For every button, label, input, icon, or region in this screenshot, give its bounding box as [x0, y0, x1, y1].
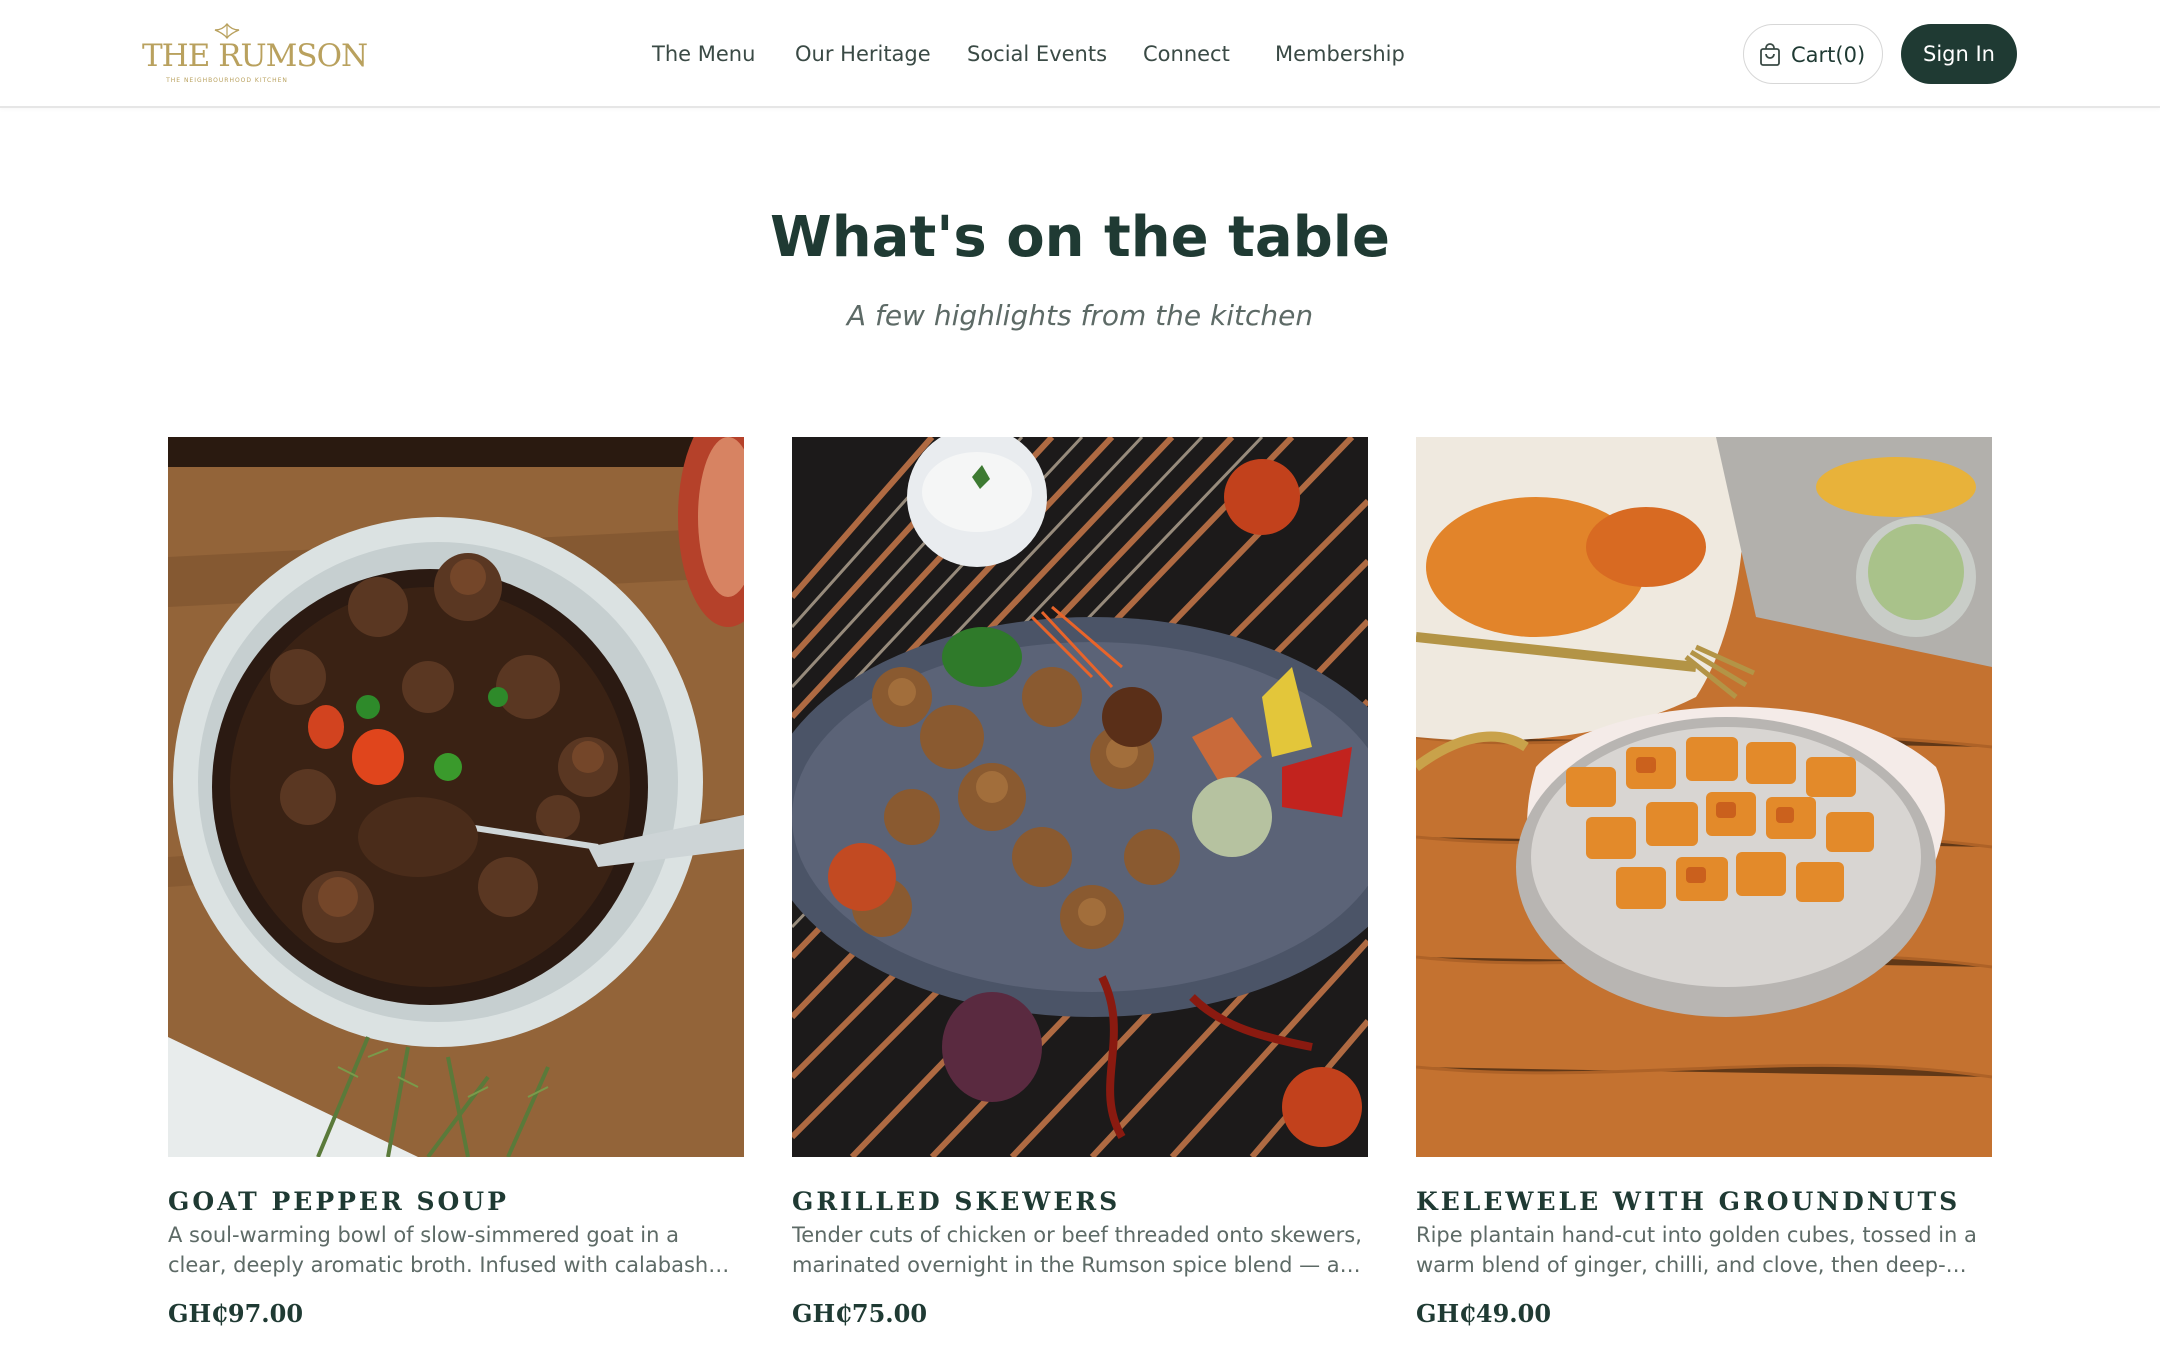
- section-title: What's on the table: [770, 205, 1390, 270]
- dish-description: Ripe plantain hand-cut into golden cubes…: [1416, 1223, 1977, 1284]
- dish-name: GRILLED SKEWERS: [792, 1187, 1121, 1216]
- cart-button[interactable]: Cart(0): [1743, 24, 1883, 84]
- shopping-bag-icon: [1760, 43, 1780, 66]
- dish-price: GH₵97.00: [168, 1299, 304, 1328]
- dish-price: GH₵75.00: [792, 1299, 928, 1328]
- dish-card-grilled-skewers[interactable]: GRILLED SKEWERS Tender cuts of chicken o…: [792, 437, 1368, 1337]
- sign-in-button[interactable]: Sign In: [1901, 24, 2017, 84]
- brand-name: THE RUMSON: [142, 38, 368, 74]
- nav-item-membership[interactable]: Membership: [1275, 38, 1405, 70]
- site-header: THE RUMSON THE NEIGHBOURHOOD KITCHEN The…: [0, 0, 2160, 108]
- dish-card-kelewele-with-groundnuts[interactable]: KELEWELE WITH GROUNDNUTS Ripe plantain h…: [1416, 437, 1992, 1337]
- dish-price: GH₵49.00: [1416, 1299, 1552, 1328]
- dish-description: A soul-warming bowl of slow-simmered goa…: [168, 1223, 709, 1284]
- nav-item-the-menu[interactable]: The Menu: [652, 38, 755, 70]
- brand-logo[interactable]: THE RUMSON THE NEIGHBOURHOOD KITCHEN: [142, 22, 368, 88]
- dish-description: Tender cuts of chicken or beef threaded …: [792, 1223, 1362, 1284]
- cart-label: Cart(0): [1791, 43, 1866, 67]
- dish-card-goat-pepper-soup[interactable]: GOAT PEPPER SOUP A soul-warming bowl of …: [168, 437, 744, 1337]
- dish-image[interactable]: [792, 437, 1368, 1157]
- nav-item-our-heritage[interactable]: Our Heritage: [795, 38, 931, 70]
- brand-tagline: THE NEIGHBOURHOOD KITCHEN: [166, 77, 288, 84]
- nav-item-connect[interactable]: Connect: [1143, 38, 1230, 70]
- dish-image[interactable]: [168, 437, 744, 1157]
- dish-name: GOAT PEPPER SOUP: [168, 1187, 509, 1216]
- dish-image[interactable]: [1416, 437, 1992, 1157]
- dish-name: KELEWELE WITH GROUNDNUTS: [1416, 1187, 1961, 1216]
- section-subtitle: A few highlights from the kitchen: [846, 299, 1314, 332]
- nav-item-social-events[interactable]: Social Events: [967, 38, 1107, 70]
